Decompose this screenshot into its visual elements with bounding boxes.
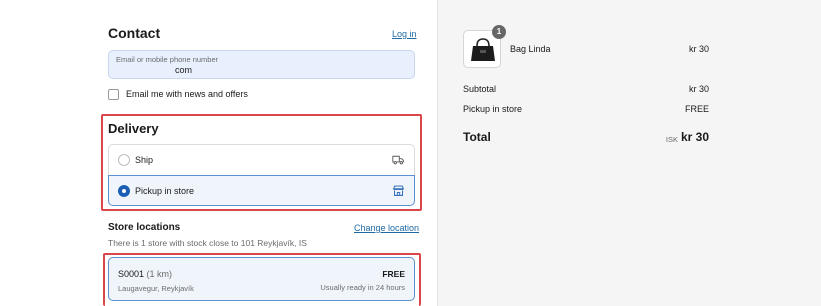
truck-icon [392, 155, 404, 165]
email-field-value: com [175, 65, 193, 75]
ship-label: Ship [135, 155, 154, 165]
store-option-card[interactable]: S0001 (1 km) Laugavegur, Reykjavík FREE … [108, 257, 415, 301]
pickup-fee-label: Pickup in store [463, 104, 523, 114]
subtotal-value: kr 30 [688, 84, 709, 94]
quantity-badge: 1 [492, 25, 506, 39]
store-id: S0001 (1 km) [118, 269, 172, 279]
store-ready-time: Usually ready in 24 hours [320, 283, 405, 292]
subtotal-label: Subtotal [463, 84, 497, 94]
login-link[interactable]: Log in [392, 29, 417, 39]
delivery-option-pickup[interactable]: Pickup in store [108, 175, 415, 206]
store-icon [393, 185, 404, 196]
pickup-label: Pickup in store [135, 186, 195, 196]
newsletter-checkbox[interactable] [108, 89, 119, 100]
contact-heading: Contact [108, 25, 161, 41]
item-price: kr 30 [688, 44, 709, 54]
newsletter-label[interactable]: Email me with news and offers [126, 89, 248, 99]
store-locations-subtitle: There is 1 store with stock close to 101… [108, 238, 307, 248]
email-field-label: Email or mobile phone number [116, 55, 219, 64]
change-location-link[interactable]: Change location [354, 223, 419, 233]
email-field[interactable]: Email or mobile phone number com [108, 50, 415, 79]
pickup-fee-value: FREE [684, 104, 709, 114]
checkout-form-panel: Contact Log in Email or mobile phone num… [0, 0, 437, 306]
store-distance: (1 km) [146, 269, 173, 279]
pickup-radio[interactable] [118, 185, 130, 197]
store-address: Laugavegur, Reykjavík [118, 284, 194, 293]
delivery-option-ship[interactable]: Ship [108, 144, 415, 175]
delivery-heading: Delivery [108, 121, 159, 136]
store-code: S0001 [118, 269, 145, 279]
store-locations-heading: Store locations [108, 222, 181, 233]
item-name: Bag Linda [510, 44, 551, 54]
store-price: FREE [382, 269, 405, 279]
ship-radio[interactable] [118, 154, 130, 166]
total-value: kr 30 [680, 130, 709, 144]
total-currency: ISK [665, 135, 678, 144]
total-label: Total [463, 130, 491, 144]
